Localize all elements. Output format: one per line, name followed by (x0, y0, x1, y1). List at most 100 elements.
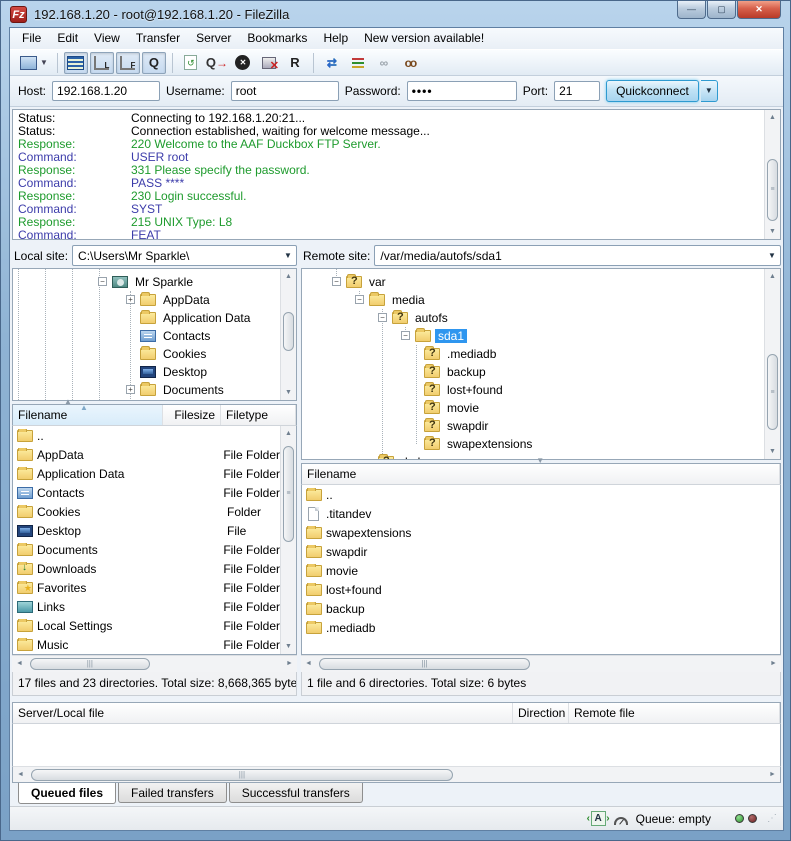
file-row-application-data[interactable]: Application DataFile Folder (13, 465, 280, 484)
site-manager-dropdown[interactable]: ▼ (40, 58, 48, 67)
scroll-down-arrow[interactable]: ▼ (765, 444, 780, 459)
file-row-desktop[interactable]: DesktopFile (13, 522, 280, 541)
scroll-right-arrow[interactable]: ► (765, 767, 780, 783)
file-row-swapdir[interactable]: swapdir (302, 543, 780, 562)
local-list-scrollbar[interactable]: ▲ ≡ ▼ (280, 426, 296, 654)
file-row-movie[interactable]: movie (302, 562, 780, 581)
toggle-local-tree-button[interactable]: L (90, 52, 114, 74)
scroll-right-arrow[interactable]: ► (282, 656, 297, 672)
column-header-direction[interactable]: Direction (513, 703, 569, 723)
process-queue-button[interactable]: Q→ (205, 52, 229, 74)
tree-item-var[interactable]: −var (302, 273, 780, 291)
column-header-filename[interactable]: Filename (302, 464, 780, 484)
combo-dropdown-icon[interactable]: ▼ (280, 251, 296, 260)
queue-body[interactable] (12, 724, 781, 766)
file-row-titandev[interactable]: .titandev (302, 505, 780, 524)
scroll-up-arrow[interactable]: ▲ (765, 269, 780, 284)
directory-comparison-button[interactable]: ⇄ (320, 52, 344, 74)
scrollbar-thumb[interactable]: ||| (30, 658, 150, 670)
scroll-up-arrow[interactable]: ▲ (765, 110, 780, 125)
menu-help[interactable]: Help (315, 29, 356, 47)
toggle-remote-tree-button[interactable]: F (116, 52, 140, 74)
port-input[interactable] (554, 81, 600, 101)
file-row-favorites[interactable]: FavoritesFile Folder (13, 579, 280, 598)
disconnect-button[interactable]: ✕ (257, 52, 281, 74)
remote-path-combo[interactable]: /var/media/autofs/sda1 ▼ (374, 245, 781, 266)
local-splitter-sash[interactable]: ▲ (12, 401, 297, 404)
title-bar[interactable]: Fz 192.168.1.20 - root@192.168.1.20 - Fi… (1, 1, 790, 27)
expand-expander[interactable]: + (126, 295, 135, 304)
menu-edit[interactable]: Edit (49, 29, 86, 47)
tree-item-swapdir[interactable]: swapdir (302, 417, 780, 435)
refresh-button[interactable]: ↺ (179, 52, 203, 74)
file-row-documents[interactable]: DocumentsFile Folder (13, 541, 280, 560)
local-tree-scrollbar[interactable]: ▲ ▼ (280, 269, 296, 400)
tab-successful-transfers[interactable]: Successful transfers (229, 783, 363, 803)
tree-item-swapextensions[interactable]: swapextensions (302, 435, 780, 453)
scroll-down-arrow[interactable]: ▼ (765, 224, 780, 239)
scrollbar-thumb[interactable]: ||| (319, 658, 530, 670)
file-row-appdata[interactable]: AppDataFile Folder (13, 446, 280, 465)
file-row-parent[interactable]: .. (13, 427, 280, 446)
menu-bookmarks[interactable]: Bookmarks (239, 29, 315, 47)
tree-item-documents[interactable]: +Documents (13, 381, 296, 399)
quickconnect-dropdown[interactable]: ▼ (701, 80, 718, 102)
collapse-expander[interactable]: − (401, 331, 410, 340)
tree-item-contacts[interactable]: Contacts (13, 327, 296, 345)
tree-item-lost-found[interactable]: lost+found (302, 381, 780, 399)
tree-item-mediadb[interactable]: .mediadb (302, 345, 780, 363)
column-header-filesize[interactable]: Filesize (163, 405, 221, 425)
synchronized-browsing-button[interactable]: ∞ (372, 52, 396, 74)
tree-item-sda1[interactable]: −sda1 (302, 327, 780, 345)
column-header-remote-file[interactable]: Remote file (569, 703, 780, 723)
scroll-down-arrow[interactable]: ▼ (281, 385, 296, 400)
find-files-button[interactable]: oo (398, 52, 422, 74)
tree-item-application-data[interactable]: Application Data (13, 309, 296, 327)
collapse-expander[interactable]: − (378, 313, 387, 322)
file-row-music[interactable]: MusicFile Folder (13, 636, 280, 655)
tree-item-desktop[interactable]: Desktop (13, 363, 296, 381)
tree-item-autofs[interactable]: −autofs (302, 309, 780, 327)
collapse-expander[interactable]: − (355, 295, 364, 304)
maximize-button[interactable]: ▢ (707, 1, 736, 19)
column-header-server-local-file[interactable]: Server/Local file (13, 703, 513, 723)
close-button[interactable]: ✕ (737, 1, 781, 19)
file-row-contacts[interactable]: ContactsFile Folder (13, 484, 280, 503)
password-input[interactable] (407, 81, 517, 101)
local-list-hscrollbar[interactable]: ◄ ► ||| (12, 655, 297, 672)
menu-server[interactable]: Server (188, 29, 239, 47)
scrollbar-thumb[interactable]: ≡ (767, 159, 778, 221)
host-input[interactable] (52, 81, 160, 101)
file-row-parent[interactable]: .. (302, 486, 780, 505)
tree-item-backup[interactable]: backup (302, 363, 780, 381)
tree-item-media[interactable]: −media (302, 291, 780, 309)
scrollbar-thumb[interactable] (283, 312, 294, 351)
queue-hscrollbar[interactable]: ◄ ► ||| (12, 766, 781, 783)
transfer-type-auto-icon[interactable]: A (591, 811, 606, 826)
expand-expander[interactable]: + (126, 385, 135, 394)
remote-list-hscrollbar[interactable]: ◄ ► ||| (301, 655, 781, 672)
quickconnect-button[interactable]: Quickconnect (606, 80, 699, 102)
tab-failed-transfers[interactable]: Failed transfers (118, 783, 227, 803)
scrollbar-thumb[interactable]: ||| (31, 769, 453, 781)
column-header-filetype[interactable]: Filetype (221, 405, 296, 425)
scroll-right-arrow[interactable]: ► (766, 656, 781, 672)
scroll-down-arrow[interactable]: ▼ (281, 639, 296, 654)
remote-tree-scrollbar[interactable]: ▲ ≡ ▼ (764, 269, 780, 459)
file-row-mediadb[interactable]: .mediadb (302, 619, 780, 638)
cancel-operation-button[interactable]: ✕ (231, 52, 255, 74)
file-row-links[interactable]: LinksFile Folder (13, 598, 280, 617)
speed-limits-icon[interactable] (614, 817, 628, 825)
site-manager-button[interactable] (16, 52, 40, 74)
file-row-swapextensions[interactable]: swapextensions (302, 524, 780, 543)
menu-file[interactable]: File (14, 29, 49, 47)
combo-dropdown-icon[interactable]: ▼ (764, 251, 780, 260)
minimize-button[interactable]: — (677, 1, 706, 19)
local-path-combo[interactable]: C:\Users\Mr Sparkle\ ▼ (72, 245, 297, 266)
scrollbar-thumb[interactable]: ≡ (283, 446, 294, 542)
scroll-up-arrow[interactable]: ▲ (281, 426, 296, 441)
tree-item-movie[interactable]: movie (302, 399, 780, 417)
tree-item-mr-sparkle[interactable]: −Mr Sparkle (13, 273, 296, 291)
scrollbar-thumb[interactable]: ≡ (767, 354, 778, 430)
scroll-left-arrow[interactable]: ◄ (12, 656, 27, 672)
